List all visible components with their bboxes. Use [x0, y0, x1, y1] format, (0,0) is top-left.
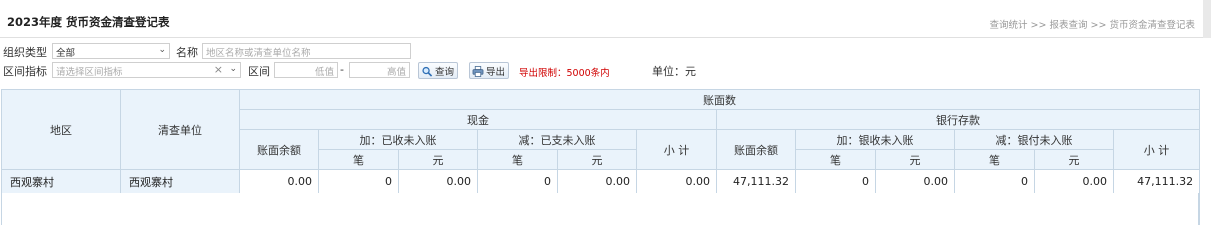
- range-label: 区间: [248, 65, 270, 78]
- col-header-cash-balance: 账面余额: [239, 129, 319, 170]
- export-limit-note: 导出限制：5000条内: [519, 68, 610, 79]
- org-type-value: 全部: [56, 48, 76, 59]
- range-low-input[interactable]: 低值: [274, 62, 338, 78]
- col-header-bank: 银行存款: [715, 109, 1201, 130]
- filter-row-2: 区间指标 请选择区间指标 × ⌄ 区间 低值 - 高值 查询 导出 导出限制：5…: [0, 62, 1211, 80]
- cell-bank-subtotal: 47,111.32: [1112, 169, 1201, 194]
- cell-bank-balance: 47,111.32: [716, 169, 796, 194]
- range-indicator-placeholder: 请选择区间指标: [56, 67, 123, 78]
- chevron-down-icon: ⌄: [158, 45, 166, 55]
- export-button-label: 导出: [486, 67, 506, 78]
- range-indicator-label: 区间指标: [3, 65, 47, 78]
- col-header-count: 笔: [795, 149, 876, 170]
- breadcrumb: 查询统计 >> 报表查询 >> 货币资金清查登记表: [989, 17, 1195, 31]
- range-dash: -: [340, 63, 344, 76]
- filter-row-1: 组织类型 全部 ⌄ 名称 地区名称或清查单位名称: [0, 43, 1211, 60]
- col-header-region: 地区: [1, 89, 121, 170]
- col-header-cash-minus: 减：已支未入账: [477, 129, 637, 150]
- cell-unit: 西观寨村: [120, 169, 240, 194]
- chevron-down-icon[interactable]: ⌄: [229, 64, 237, 74]
- breadcrumb-item-report-query[interactable]: 报表查询: [1049, 20, 1087, 31]
- cell-region: 西观寨村: [1, 169, 121, 194]
- breadcrumb-separator: >>: [1090, 20, 1107, 31]
- org-type-select[interactable]: 全部 ⌄: [52, 43, 170, 59]
- breadcrumb-separator: >>: [1030, 20, 1047, 31]
- col-header-cash-subtotal: 小 计: [636, 129, 717, 170]
- export-button[interactable]: 导出: [469, 62, 510, 79]
- vertical-scrollbar[interactable]: [1199, 89, 1211, 225]
- clear-icon[interactable]: ×: [214, 63, 223, 76]
- range-high-input[interactable]: 高值: [349, 62, 410, 78]
- col-header-bank-minus: 减：银付未入账: [954, 129, 1114, 150]
- col-header-amount: 元: [875, 149, 955, 170]
- name-label: 名称: [176, 46, 198, 59]
- col-header-bank-add: 加：银收未入账: [795, 129, 955, 150]
- cell-cash-add-amount: 0.00: [398, 169, 478, 194]
- col-header-amount: 元: [398, 149, 478, 170]
- cell-cash-subtotal: 0.00: [636, 169, 717, 194]
- cell-cash-minus-count: 0: [477, 169, 558, 194]
- col-header-book-count: 账面数: [238, 89, 1201, 110]
- col-header-unit: 清查单位: [120, 89, 240, 170]
- col-header-count: 笔: [477, 149, 558, 170]
- breadcrumb-item-query-stats[interactable]: 查询统计: [989, 20, 1027, 31]
- cell-bank-add-amount: 0.00: [875, 169, 955, 194]
- col-header-cash: 现金: [239, 109, 717, 130]
- printer-icon: [472, 66, 484, 77]
- cell-bank-add-count: 0: [795, 169, 876, 194]
- window-edge: [1203, 0, 1211, 38]
- breadcrumb-item-current: 货币资金清查登记表: [1109, 20, 1195, 31]
- cell-cash-minus-amount: 0.00: [557, 169, 637, 194]
- org-type-label: 组织类型: [3, 46, 47, 59]
- col-header-count: 笔: [954, 149, 1035, 170]
- col-header-cash-add: 加：已收未入账: [318, 129, 478, 150]
- name-input[interactable]: 地区名称或清查单位名称: [202, 43, 411, 59]
- col-header-amount: 元: [557, 149, 637, 170]
- cell-bank-minus-amount: 0.00: [1034, 169, 1114, 194]
- cell-bank-minus-count: 0: [954, 169, 1035, 194]
- range-indicator-select[interactable]: 请选择区间指标 × ⌄: [52, 62, 241, 78]
- table-empty-area: [1, 193, 1199, 225]
- search-icon: [422, 66, 433, 77]
- col-header-count: 笔: [318, 149, 399, 170]
- table-row[interactable]: 西观寨村 西观寨村 0.00 0 0.00 0 0.00 0.00 47,111…: [1, 169, 1201, 194]
- cash-check-table: 地区 清查单位 账面数 现金 银行存款 账面余额 加：已收未入账 减：已支未入账…: [1, 89, 1201, 194]
- query-button[interactable]: 查询: [418, 62, 459, 79]
- col-header-bank-subtotal: 小 计: [1112, 129, 1201, 170]
- cell-cash-balance: 0.00: [239, 169, 319, 194]
- col-header-amount: 元: [1034, 149, 1114, 170]
- col-header-bank-balance: 账面余额: [716, 129, 796, 170]
- unit-label: 单位：元: [652, 65, 696, 78]
- cell-cash-add-count: 0: [318, 169, 399, 194]
- query-button-label: 查询: [435, 67, 455, 78]
- title-bar: 2023年度 货币资金清查登记表 查询统计 >> 报表查询 >> 货币资金清查登…: [0, 0, 1211, 38]
- page-title: 2023年度 货币资金清查登记表: [7, 15, 170, 29]
